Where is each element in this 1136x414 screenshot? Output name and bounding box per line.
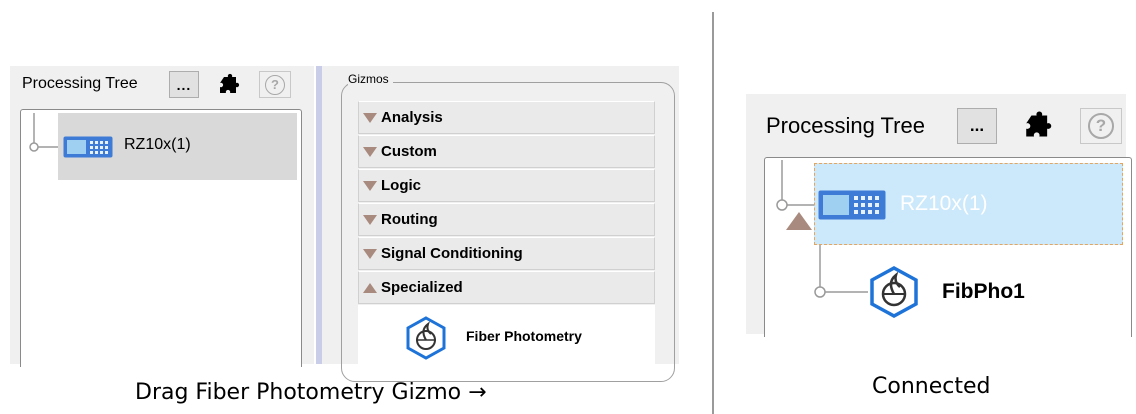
fiber-photometry-icon [406,316,446,360]
device-icon [63,136,113,158]
category-label: Custom [381,143,437,160]
processing-tree-title: Processing Tree [766,113,925,138]
category-label: Signal Conditioning [381,245,523,262]
device-label: RZ10x(1) [124,136,191,153]
category-analysis[interactable]: Analysis [358,101,655,134]
category-signal-conditioning[interactable]: Signal Conditioning [358,237,655,270]
expand-triangle-icon [363,282,377,293]
caption-drag: Drag Fiber Photometry Gizmo → [135,380,487,405]
device-icon [818,190,886,220]
puzzle-icon [220,73,240,93]
collapse-triangle-icon [363,248,377,259]
fiber-photometry-icon [870,266,918,318]
device-label: RZ10x(1) [900,192,988,215]
category-routing[interactable]: Routing [358,203,655,236]
gizmo-puzzle-button[interactable] [211,71,247,98]
more-button[interactable]: ... [957,108,997,144]
tree-node-fibpho-label[interactable]: FibPho1 [942,280,1025,304]
category-label: Specialized [381,279,463,296]
category-label: Routing [381,211,438,228]
collapse-triangle-icon [363,112,377,123]
collapse-triangle-icon [363,146,377,157]
category-label: Analysis [381,109,443,126]
collapse-triangle-icon [363,180,377,191]
help-icon: ? [265,74,285,95]
more-button[interactable]: ... [169,71,199,98]
category-specialized[interactable]: Specialized [358,271,655,304]
fiber-photometry-label: Fiber Photometry [466,328,582,344]
processing-tree-title: Processing Tree [22,75,138,92]
help-button[interactable]: ? [259,71,291,98]
section-divider [712,12,714,414]
category-label: Logic [381,177,421,194]
help-button[interactable]: ? [1080,108,1122,144]
expand-triangle-icon[interactable] [784,210,814,232]
collapse-triangle-icon [363,214,377,225]
gizmo-puzzle-button[interactable] [1014,108,1062,144]
category-logic[interactable]: Logic [358,169,655,202]
puzzle-icon [1026,111,1052,137]
category-custom[interactable]: Custom [358,135,655,168]
caption-connected: Connected [872,374,991,399]
gizmos-title: Gizmos [348,72,393,86]
help-icon: ? [1088,113,1114,139]
